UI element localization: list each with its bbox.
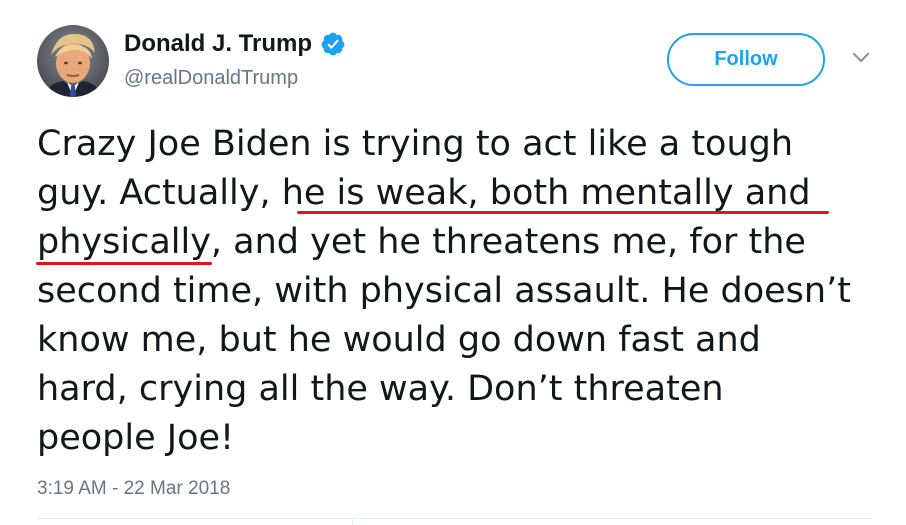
- display-name[interactable]: Donald J. Trump: [124, 30, 312, 58]
- tweet-card: Donald J. Trump @realDonaldTrump Follow …: [0, 0, 906, 525]
- author-handle[interactable]: @realDonaldTrump: [124, 67, 298, 90]
- chevron-down-icon[interactable]: [851, 50, 871, 66]
- author-name-row: Donald J. Trump: [124, 30, 346, 58]
- avatar[interactable]: [37, 25, 109, 97]
- tweet-text-line: physically, and yet he threatens me, for…: [37, 222, 806, 262]
- follow-button[interactable]: Follow: [667, 33, 825, 86]
- divider: [352, 518, 353, 525]
- tweet-text-line: people Joe!: [37, 418, 235, 458]
- profile-photo-icon: [37, 25, 109, 97]
- tweet-text-line: hard, crying all the way. Don’t threaten: [37, 369, 724, 409]
- red-underline-annotation: [36, 262, 212, 265]
- tweet-text: Crazy Joe Biden is trying to act like a …: [37, 120, 887, 463]
- tweet-text-line: second time, with physical assault. He d…: [37, 271, 851, 311]
- tweet-timestamp[interactable]: 3:19 AM - 22 Mar 2018: [37, 478, 230, 500]
- tweet-text-line: know me, but he would go down fast and: [37, 320, 761, 360]
- tweet-text-line: Crazy Joe Biden is trying to act like a …: [37, 124, 794, 164]
- verified-badge-icon: [321, 32, 345, 56]
- red-underline-annotation: [297, 211, 829, 214]
- divider: [37, 518, 872, 519]
